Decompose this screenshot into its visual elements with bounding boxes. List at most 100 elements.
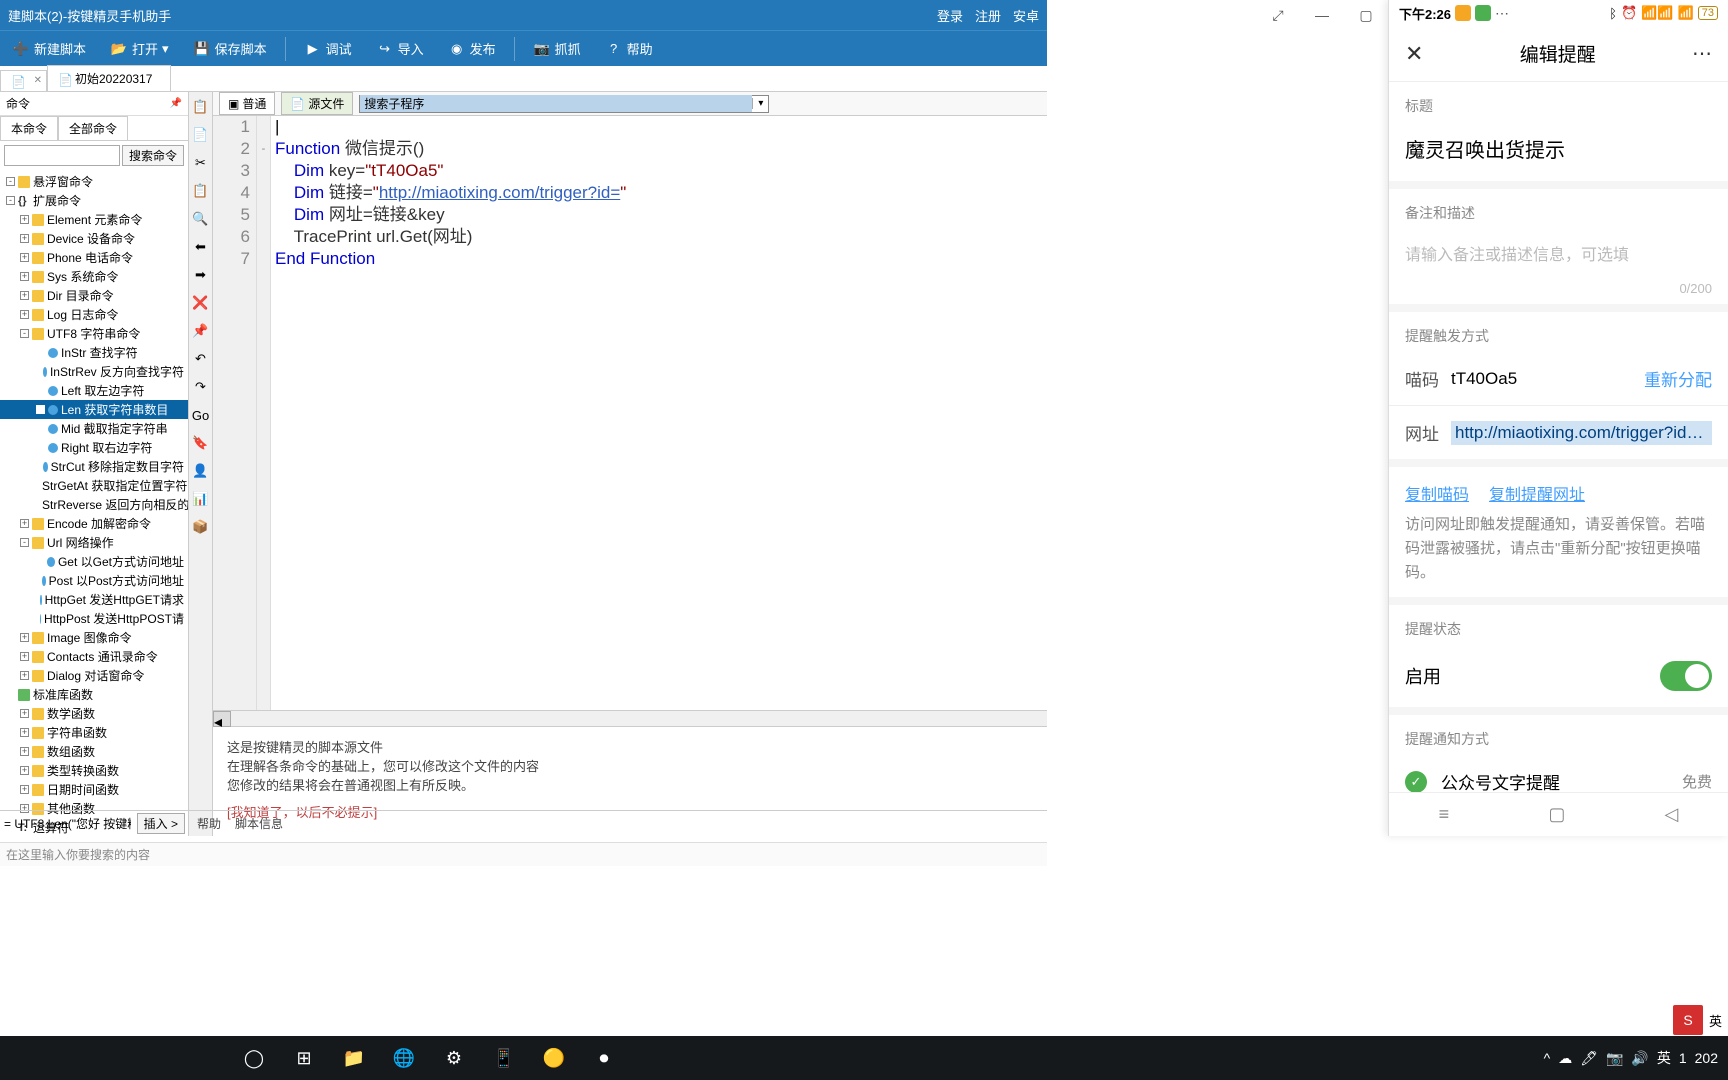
toolstrip-button-7[interactable]: ❌	[192, 294, 210, 312]
expand-icon[interactable]	[36, 462, 40, 471]
expand-icon[interactable]: +	[20, 671, 29, 680]
expand-icon[interactable]: +	[20, 633, 29, 642]
tray-item-0[interactable]: ^	[1544, 1050, 1551, 1066]
tree-node[interactable]: +数学函数	[0, 704, 188, 723]
taskbar-app-7[interactable]: ⏺	[582, 1036, 626, 1080]
tray-item-1[interactable]: ☁	[1558, 1050, 1572, 1067]
grab-button[interactable]: 📷抓抓	[527, 35, 587, 62]
toolstrip-button-3[interactable]: 📋	[192, 182, 210, 200]
scroll-left-button[interactable]: ◂	[213, 711, 231, 727]
android-link[interactable]: 安卓	[1013, 6, 1039, 25]
tab-1[interactable]: 📄 ✕	[0, 70, 47, 91]
expand-icon[interactable]: -	[6, 177, 15, 186]
publish-button[interactable]: ◉发布	[442, 35, 502, 62]
expand-icon[interactable]: +	[20, 215, 29, 224]
tab-2[interactable]: 📄 初始20220317	[47, 65, 171, 91]
tree-node[interactable]: +Phone 电话命令	[0, 248, 188, 267]
open-button[interactable]: 📂打开▾	[104, 35, 175, 62]
tree-node[interactable]: -悬浮窗命令	[0, 172, 188, 191]
tree-node[interactable]: StrGetAt 获取指定位置字符	[0, 476, 188, 495]
tray-item-3[interactable]: 📷	[1606, 1050, 1623, 1067]
expand-icon[interactable]	[36, 348, 45, 357]
expand-icon[interactable]	[36, 614, 37, 623]
bottom-tab-help[interactable]: 帮助	[197, 815, 221, 832]
toolstrip-button-1[interactable]: 📄	[192, 126, 210, 144]
tray-item-4[interactable]: 🔊	[1631, 1050, 1648, 1067]
editor-horizontal-scrollbar[interactable]: ◂	[213, 710, 1047, 726]
toolstrip-button-0[interactable]: 📋	[192, 98, 210, 116]
tray-item-5[interactable]: 英	[1657, 1048, 1671, 1068]
command-search-input[interactable]	[4, 145, 120, 166]
code-lines[interactable]: |Function 微信提示() Dim key="tT40Oa5" Dim 链…	[271, 116, 1047, 710]
tree-node[interactable]: StrCut 移除指定数目字符	[0, 457, 188, 476]
expand-icon[interactable]	[6, 690, 15, 699]
global-search-bar[interactable]: 在这里输入你要搜索的内容	[0, 842, 1047, 866]
source-view-button[interactable]: 📄源文件	[281, 92, 353, 115]
save-button[interactable]: 💾保存脚本	[187, 35, 273, 62]
taskbar-app-2[interactable]: 📁	[332, 1036, 376, 1080]
tray-item-2[interactable]: 🖊	[1580, 1050, 1598, 1067]
tree-node[interactable]: 标准库函数	[0, 685, 188, 704]
taskbar-app-6[interactable]: 🟡	[532, 1036, 576, 1080]
reassign-button[interactable]: 重新分配	[1644, 366, 1712, 391]
ime-lang[interactable]: 英	[1703, 1011, 1728, 1030]
tree-node[interactable]: Get 以Get方式访问地址	[0, 552, 188, 571]
tree-node[interactable]: +Element 元素命令	[0, 210, 188, 229]
tree-node[interactable]: +类型转换函数	[0, 761, 188, 780]
phone-body[interactable]: 标题 魔灵召唤出货提示 备注和描述 请输入备注或描述信息，可选填 0/200 提…	[1389, 82, 1728, 792]
taskbar-app-1[interactable]: ⊞	[282, 1036, 326, 1080]
tree-node[interactable]: -UTF8 字符串命令	[0, 324, 188, 343]
tree-node[interactable]: +Contacts 通讯录命令	[0, 647, 188, 666]
tree-node[interactable]: InStrRev 反方向查找字符	[0, 362, 188, 381]
back-button[interactable]: ◁	[1665, 804, 1679, 825]
tree-node[interactable]: +Dir 目录命令	[0, 286, 188, 305]
import-button[interactable]: ↪导入	[370, 35, 430, 62]
tree-node[interactable]: Post 以Post方式访问地址	[0, 571, 188, 590]
expand-icon[interactable]	[36, 386, 45, 395]
expand-icon[interactable]: +	[20, 728, 29, 737]
tray-item-6[interactable]: 1	[1679, 1050, 1687, 1066]
tree-node[interactable]: Left 取左边字符	[0, 381, 188, 400]
taskbar-app-4[interactable]: ⚙	[432, 1036, 476, 1080]
chevron-down-icon[interactable]: ▾	[752, 98, 768, 109]
toolstrip-button-5[interactable]: ⬅	[192, 238, 210, 256]
tree-node[interactable]: Len 获取字符串数目	[0, 400, 188, 419]
tree-node[interactable]: +Image 图像命令	[0, 628, 188, 647]
close-icon[interactable]: ✕	[34, 75, 42, 86]
fold-column[interactable]: -	[257, 116, 271, 710]
code-editor[interactable]: 1234567 - |Function 微信提示() Dim key="tT40…	[213, 116, 1047, 710]
tree-node[interactable]: +Device 设备命令	[0, 229, 188, 248]
tree-node[interactable]: -Url 网络操作	[0, 533, 188, 552]
insert-button[interactable]: 插入 >	[137, 813, 185, 834]
toolstrip-button-15[interactable]: 📦	[192, 518, 210, 536]
description-input[interactable]: 请输入备注或描述信息，可选填 0/200	[1389, 229, 1728, 312]
expand-icon[interactable]: +	[20, 747, 29, 756]
panel-tab-all[interactable]: 全部命令	[58, 116, 128, 140]
new-script-button[interactable]: ➕新建脚本	[6, 35, 92, 62]
expand-icon[interactable]	[36, 367, 40, 376]
copy-code-link[interactable]: 复制喵码	[1405, 481, 1469, 505]
copy-url-link[interactable]: 复制提醒网址	[1489, 481, 1585, 505]
taskbar-app-3[interactable]: 🌐	[382, 1036, 426, 1080]
toolstrip-button-8[interactable]: 📌	[192, 322, 210, 340]
expand-icon[interactable]: -	[6, 196, 15, 205]
help-button[interactable]: ?帮助	[599, 35, 659, 62]
toolstrip-button-11[interactable]: Go	[192, 406, 210, 424]
ime-icon[interactable]: S	[1673, 1005, 1703, 1035]
expand-icon[interactable]: +	[20, 519, 29, 528]
expand-icon[interactable]: +	[20, 253, 29, 262]
close-button[interactable]: ✕	[1405, 41, 1423, 67]
notif-wechat-row[interactable]: ✓ 公众号文字提醒 免费	[1389, 755, 1728, 792]
toolstrip-button-4[interactable]: 🔍	[192, 210, 210, 228]
procedure-combo[interactable]: 搜索子程序 ▾	[359, 95, 769, 113]
normal-view-button[interactable]: ▣普通	[219, 92, 275, 115]
tree-node[interactable]: HttpGet 发送HttpGET请求	[0, 590, 188, 609]
debug-button[interactable]: ▶调试	[298, 35, 358, 62]
toolstrip-button-12[interactable]: 🔖	[192, 434, 210, 452]
expand-icon[interactable]	[36, 424, 45, 433]
tree-node[interactable]: Mid 截取指定字符串	[0, 419, 188, 438]
toolstrip-button-6[interactable]: ➡	[192, 266, 210, 284]
tree-node[interactable]: +日期时间函数	[0, 780, 188, 799]
expand-icon[interactable]: +	[20, 652, 29, 661]
toolstrip-button-9[interactable]: ↶	[192, 350, 210, 368]
